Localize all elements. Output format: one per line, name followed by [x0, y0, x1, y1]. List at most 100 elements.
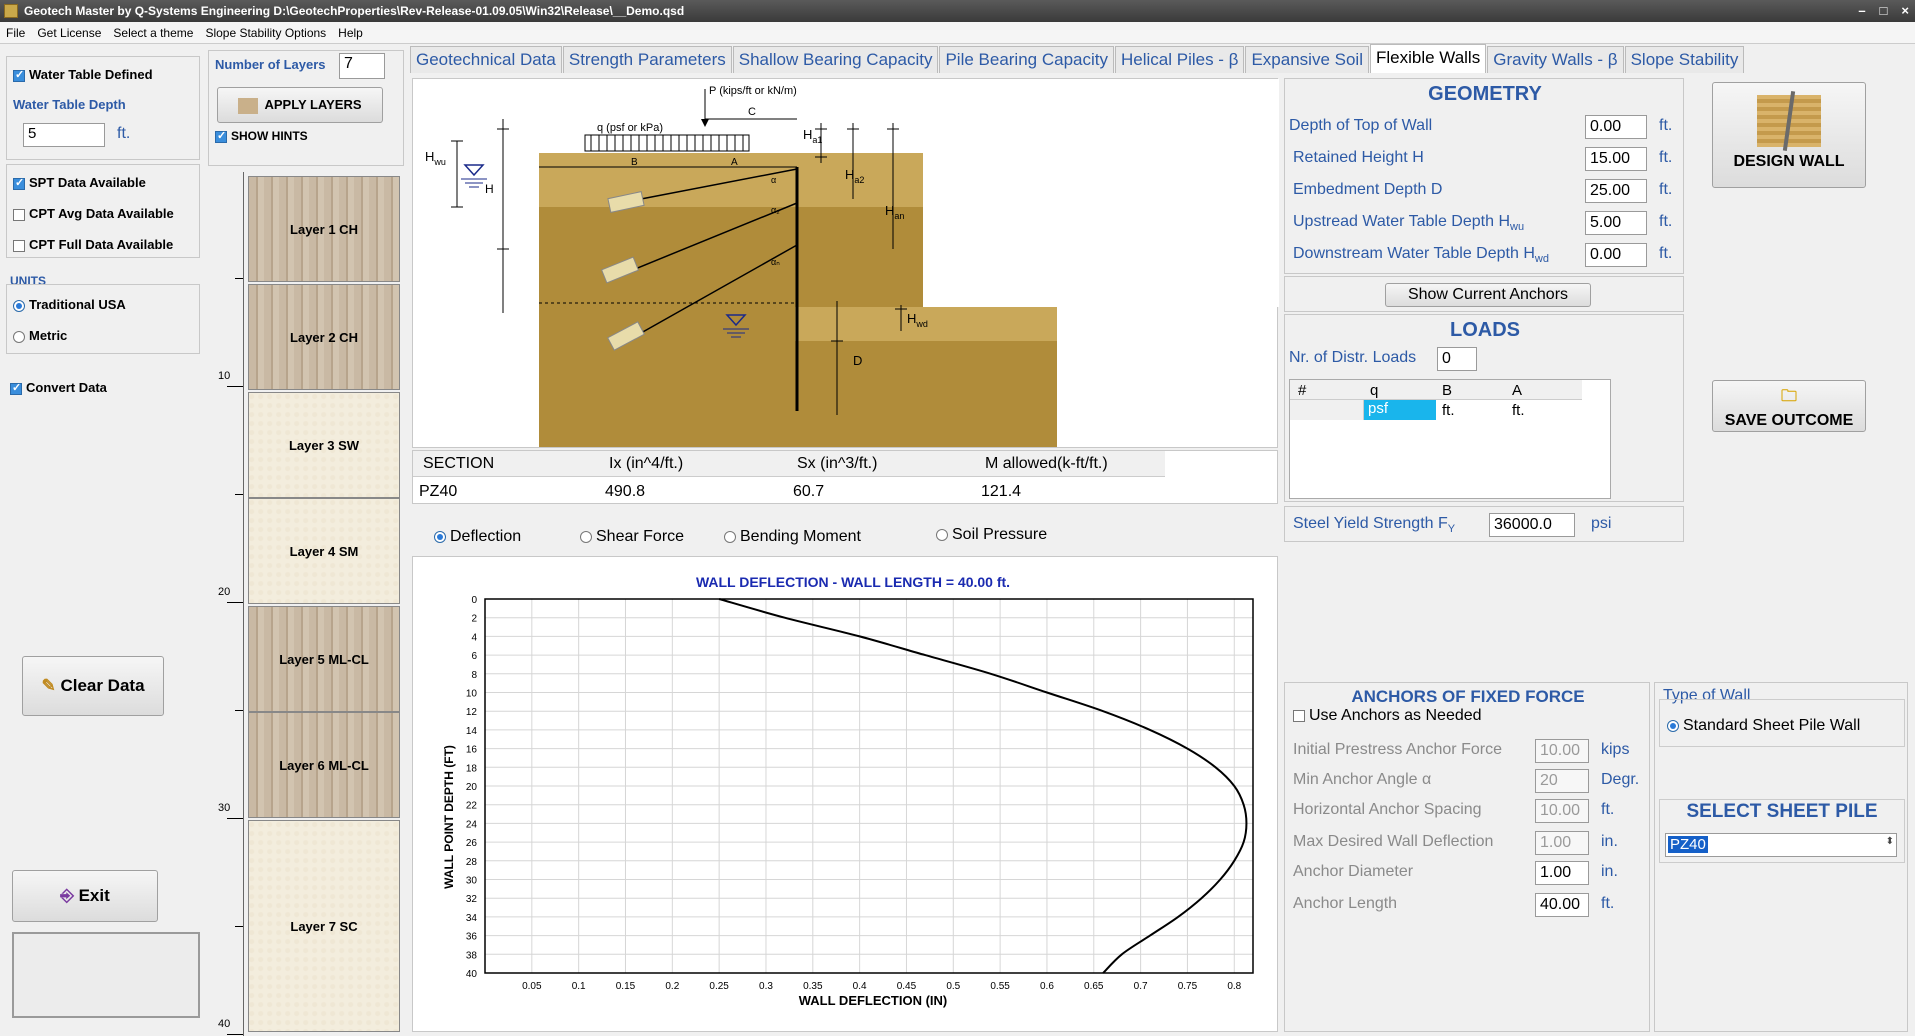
layer-6[interactable]: Layer 6 ML-CL: [248, 712, 400, 818]
menu-help[interactable]: Help: [332, 22, 369, 43]
standard-sheet-pile-radio[interactable]: Standard Sheet Pile Wall: [1667, 717, 1860, 735]
layer-5[interactable]: Layer 5 ML-CL: [248, 606, 400, 712]
steel-yield-input[interactable]: 36000.0: [1489, 513, 1575, 537]
b-label: B: [631, 157, 638, 168]
max-deflection-input[interactable]: 1.00: [1535, 831, 1589, 855]
alpha2-label: α₂: [771, 205, 780, 215]
embedment-depth-input[interactable]: 25.00: [1585, 179, 1647, 203]
close-button[interactable]: ×: [1901, 0, 1909, 22]
loads-col-a: A: [1512, 382, 1523, 399]
anchor-length-input[interactable]: 40.00: [1535, 893, 1589, 917]
ix-header: Ix (in^4/ft.): [609, 455, 684, 472]
spin-arrows-icon[interactable]: ⬍: [1886, 836, 1894, 847]
retained-height-input[interactable]: 15.00: [1585, 147, 1647, 171]
number-of-layers-input[interactable]: 7: [339, 53, 385, 79]
downstream-water-depth-label: Downstream Water Table Depth Hwd: [1293, 245, 1549, 266]
prestress-force-input[interactable]: 10.00: [1535, 739, 1589, 763]
menu-file[interactable]: File: [0, 22, 31, 43]
anchors-panel: ANCHORS OF FIXED FORCE Use Anchors as Ne…: [1284, 682, 1650, 1032]
minimize-button[interactable]: –: [1858, 0, 1865, 22]
x-tick-label: 0.1: [572, 981, 586, 992]
prestress-force-label: Initial Prestress Anchor Force: [1293, 741, 1502, 758]
loads-unit-a: ft.: [1512, 402, 1525, 419]
section-table: SECTION Ix (in^4/ft.) Sx (in^3/ft.) M al…: [412, 450, 1278, 504]
menu-get-license[interactable]: Get License: [31, 22, 107, 43]
show-hints-checkbox[interactable]: SHOW HINTS: [215, 129, 308, 143]
design-wall-button[interactable]: DESIGN WALL: [1712, 82, 1866, 188]
clear-data-button[interactable]: ✎ Clear Data: [22, 656, 164, 716]
nr-distr-loads-input[interactable]: 0: [1437, 347, 1477, 371]
tab-pile-bearing[interactable]: Pile Bearing Capacity: [939, 46, 1114, 73]
layer-2[interactable]: Layer 2 CH: [248, 284, 400, 390]
anchor-length-label: Anchor Length: [1293, 895, 1398, 912]
maximize-button[interactable]: □: [1880, 0, 1888, 22]
section-value[interactable]: PZ40: [419, 483, 457, 501]
menu-slope-stability-options[interactable]: Slope Stability Options: [199, 22, 332, 43]
sheet-pile-select[interactable]: PZ40 ⬍: [1665, 833, 1897, 857]
layer-3[interactable]: Layer 3 SW: [248, 392, 400, 498]
tab-geotechnical-data[interactable]: Geotechnical Data: [410, 46, 562, 73]
y-tick-label: 30: [466, 876, 478, 887]
deflection-chart: WALL DEFLECTION - WALL LENGTH = 40.00 ft…: [442, 574, 1254, 1008]
layer-7[interactable]: Layer 7 SC: [248, 820, 400, 1032]
anchor-spacing-input[interactable]: 10.00: [1535, 799, 1589, 823]
apply-layers-button[interactable]: APPLY LAYERS: [217, 87, 383, 123]
tab-expansive-soil[interactable]: Expansive Soil: [1245, 46, 1369, 73]
y-tick-label: 36: [466, 932, 478, 943]
x-tick-label: 0.4: [853, 981, 867, 992]
tab-shallow-bearing[interactable]: Shallow Bearing Capacity: [732, 46, 939, 73]
downstream-water-depth-input[interactable]: 0.00: [1585, 243, 1647, 267]
tab-flexible-walls[interactable]: Flexible Walls: [1369, 44, 1487, 73]
tab-slope-stability[interactable]: Slope Stability: [1624, 46, 1745, 73]
section-header: SECTION: [423, 455, 495, 472]
water-table-defined-checkbox[interactable]: Water Table Defined: [13, 67, 153, 82]
tab-gravity-walls[interactable]: Gravity Walls - β: [1487, 46, 1624, 73]
h-label: H: [485, 182, 494, 196]
steel-yield-unit: psi: [1591, 515, 1612, 532]
tab-strength-parameters[interactable]: Strength Parameters: [562, 46, 732, 73]
x-tick-label: 0.15: [616, 981, 636, 992]
shear-force-radio[interactable]: Shear Force: [580, 528, 684, 546]
loads-title: LOADS: [1450, 319, 1520, 341]
loads-unit-q[interactable]: psf: [1364, 400, 1436, 420]
x-tick-label: 0.7: [1134, 981, 1148, 992]
show-current-anchors-button[interactable]: Show Current Anchors: [1385, 283, 1591, 307]
show-anchors-panel: Show Current Anchors: [1284, 276, 1684, 312]
soil-pressure-radio[interactable]: Soil Pressure: [936, 526, 1047, 544]
deflection-chart-panel: WALL DEFLECTION - WALL LENGTH = 40.00 ft…: [412, 556, 1278, 1032]
layer-4[interactable]: Layer 4 SM: [248, 498, 400, 604]
y-tick-label: 8: [471, 670, 477, 681]
save-outcome-button[interactable]: 🗀 SAVE OUTCOME: [1712, 380, 1866, 432]
bending-moment-radio[interactable]: Bending Moment: [724, 528, 861, 546]
y-tick-label: 2: [471, 614, 477, 625]
exit-button[interactable]: ⎆ Exit: [12, 870, 158, 922]
depth-top-wall-input[interactable]: 0.00: [1585, 115, 1647, 139]
cpt-avg-checkbox[interactable]: CPT Avg Data Available: [13, 206, 174, 221]
layer-1[interactable]: Layer 1 CH: [248, 176, 400, 282]
convert-data-checkbox[interactable]: Convert Data: [10, 380, 107, 395]
upstream-water-depth-input[interactable]: 5.00: [1585, 211, 1647, 235]
water-table-symbol-upstream: [461, 164, 487, 188]
depth-axis: 10 20 30 40: [210, 172, 244, 1036]
unit-usa-radio[interactable]: Traditional USA: [13, 297, 126, 312]
cpt-full-checkbox[interactable]: CPT Full Data Available: [13, 237, 173, 252]
x-tick-label: 0.45: [897, 981, 917, 992]
menu-select-theme[interactable]: Select a theme: [107, 22, 199, 43]
water-table-depth-input[interactable]: 5: [23, 123, 105, 147]
sx-header: Sx (in^3/ft.): [797, 455, 878, 472]
anchor-spacing-label: Horizontal Anchor Spacing: [1293, 801, 1482, 818]
x-tick-label: 0.75: [1178, 981, 1198, 992]
depth-tick-label: 30: [218, 802, 231, 814]
spt-checkbox[interactable]: SPT Data Available: [13, 175, 146, 190]
y-tick-label: 14: [466, 726, 478, 737]
y-tick-label: 34: [466, 913, 478, 924]
deflection-radio[interactable]: Deflection: [434, 528, 521, 546]
min-anchor-angle-input[interactable]: 20: [1535, 769, 1589, 793]
x-tick-label: 0.6: [1040, 981, 1054, 992]
title-bar: Geotech Master by Q-Systems Engineering …: [0, 0, 1915, 22]
tab-helical-piles[interactable]: Helical Piles - β: [1114, 46, 1245, 73]
anchor-diameter-input[interactable]: 1.00: [1535, 861, 1589, 885]
water-table-depth-unit: ft.: [117, 125, 131, 142]
unit-metric-radio[interactable]: Metric: [13, 328, 67, 343]
use-anchors-checkbox[interactable]: Use Anchors as Needed: [1293, 707, 1482, 725]
